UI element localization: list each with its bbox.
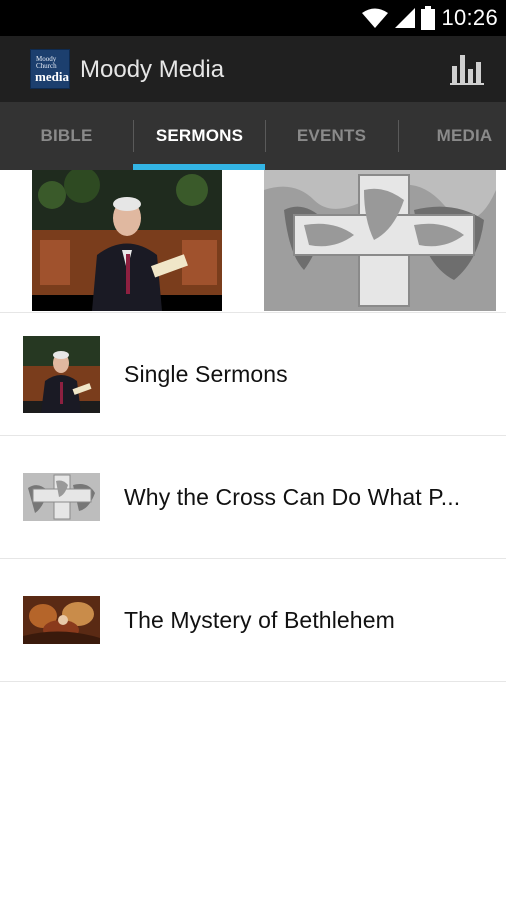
action-bar: Moody Church media Moody Media (0, 36, 506, 102)
cross-map-image[interactable] (264, 170, 496, 311)
list-item[interactable]: Why the Cross Can Do What P... (0, 436, 506, 559)
list-item-title: The Mystery of Bethlehem (124, 607, 395, 633)
list-item[interactable]: The Mystery of Bethlehem (0, 559, 506, 682)
bar-chart-icon (450, 55, 484, 85)
signal-icon (395, 8, 416, 28)
tab-media[interactable]: MEDIA (398, 102, 506, 170)
list-item-title: Why the Cross Can Do What P... (124, 484, 461, 510)
status-icons: 10:26 (361, 4, 498, 32)
tab-bar: BIBLE SERMONS EVENTS MEDIA (0, 102, 506, 170)
nativity-thumbnail (23, 596, 100, 644)
preacher-image[interactable] (32, 170, 222, 311)
tab-events[interactable]: EVENTS (265, 102, 398, 170)
preacher-thumbnail (23, 336, 100, 413)
tab-bible[interactable]: BIBLE (0, 102, 133, 170)
wifi-icon (362, 8, 389, 28)
tab-sermons[interactable]: SERMONS (133, 102, 266, 170)
app-title: Moody Media (80, 56, 225, 83)
featured-banner (0, 170, 506, 313)
list-item[interactable]: Single Sermons (0, 313, 506, 436)
logo-line-3: media (35, 69, 69, 84)
status-time: 10:26 (441, 5, 498, 30)
list-item-title: Single Sermons (124, 361, 288, 387)
cross-map-thumbnail (23, 473, 100, 521)
status-bar: 10:26 (0, 0, 506, 36)
stats-button[interactable] (450, 53, 486, 85)
app-logo[interactable]: Moody Church media (30, 49, 70, 89)
battery-icon (421, 6, 436, 30)
